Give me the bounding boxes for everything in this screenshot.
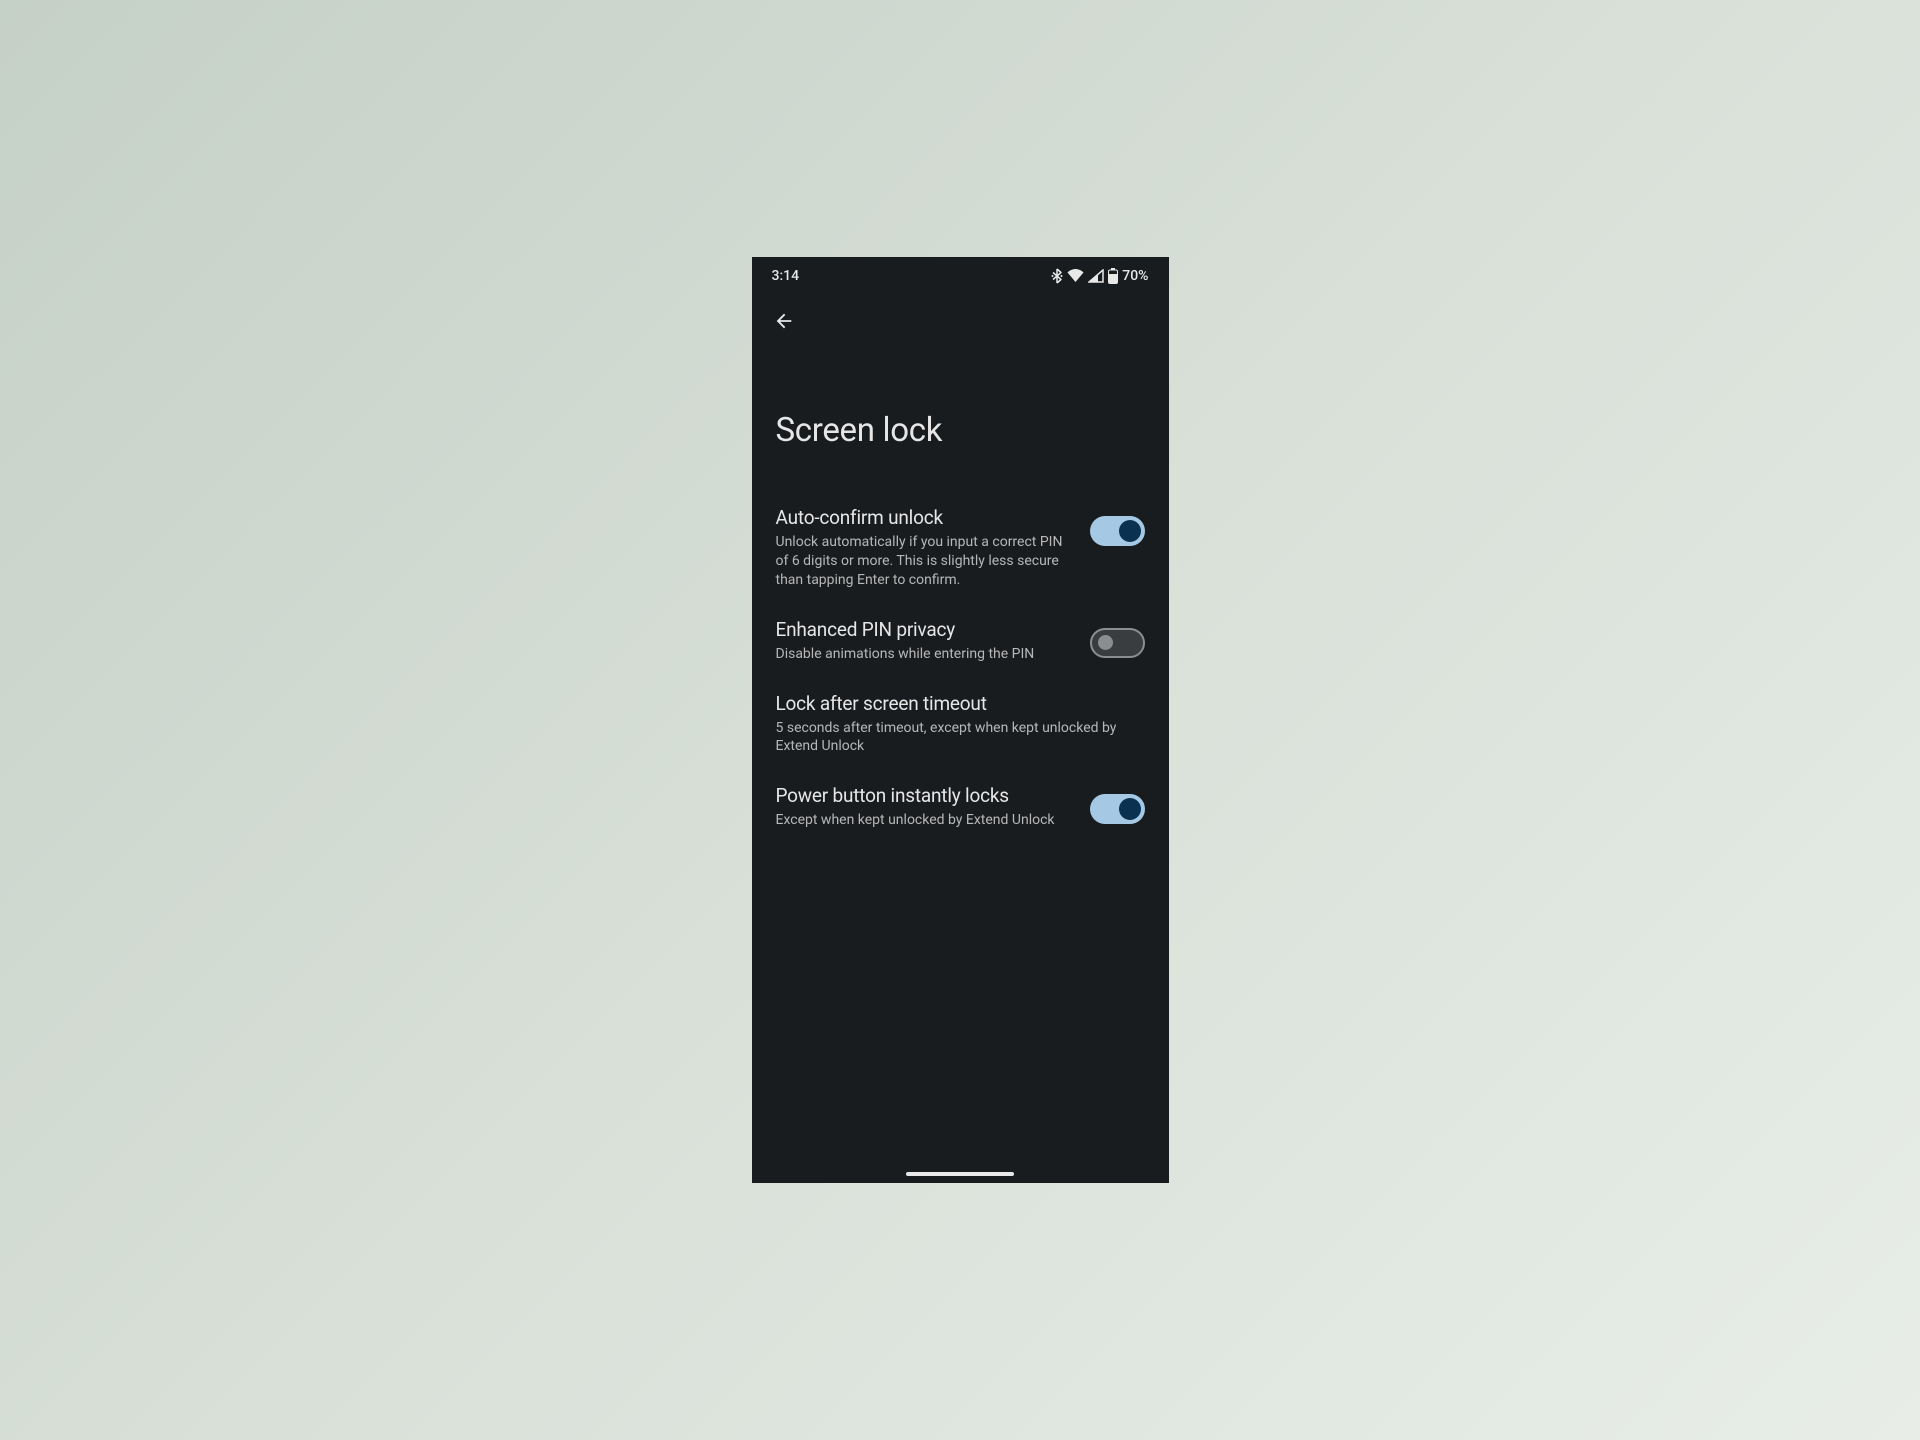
toggle-knob <box>1119 798 1141 820</box>
setting-title: Auto-confirm unlock <box>776 506 1074 529</box>
setting-desc: Except when kept unlocked by Extend Unlo… <box>776 811 1074 830</box>
setting-title: Enhanced PIN privacy <box>776 618 1074 641</box>
setting-desc: Unlock automatically if you input a corr… <box>776 533 1074 590</box>
status-bar: 3:14 <box>752 257 1169 295</box>
signal-icon <box>1088 269 1104 283</box>
setting-desc: 5 seconds after timeout, except when kep… <box>776 719 1129 757</box>
toggle-auto-confirm-unlock[interactable] <box>1090 516 1145 546</box>
toggle-power-button-locks[interactable] <box>1090 794 1145 824</box>
setting-text: Auto-confirm unlock Unlock automatically… <box>776 506 1090 590</box>
battery-icon <box>1108 268 1118 284</box>
setting-enhanced-pin-privacy[interactable]: Enhanced PIN privacy Disable animations … <box>776 604 1145 678</box>
setting-text: Lock after screen timeout 5 seconds afte… <box>776 692 1145 757</box>
setting-text: Enhanced PIN privacy Disable animations … <box>776 618 1090 664</box>
phone-frame: 3:14 <box>752 257 1169 1183</box>
status-time: 3:14 <box>772 268 800 284</box>
app-bar <box>752 295 1169 351</box>
setting-lock-after-timeout[interactable]: Lock after screen timeout 5 seconds afte… <box>776 678 1145 771</box>
toggle-knob <box>1119 520 1141 542</box>
setting-power-button-locks[interactable]: Power button instantly locks Except when… <box>776 770 1145 844</box>
setting-desc: Disable animations while entering the PI… <box>776 645 1074 664</box>
toggle-knob <box>1098 635 1113 650</box>
navigation-handle[interactable] <box>906 1172 1014 1176</box>
bluetooth-icon <box>1051 268 1063 284</box>
toggle-enhanced-pin-privacy[interactable] <box>1090 628 1145 658</box>
content-area: Screen lock Auto-confirm unlock Unlock a… <box>752 351 1169 1183</box>
setting-auto-confirm-unlock[interactable]: Auto-confirm unlock Unlock automatically… <box>776 492 1145 604</box>
setting-title: Power button instantly locks <box>776 784 1074 807</box>
battery-percent: 70% <box>1122 268 1148 284</box>
page-title: Screen lock <box>776 411 1145 450</box>
status-icons: 70% <box>1051 268 1148 284</box>
setting-text: Power button instantly locks Except when… <box>776 784 1090 830</box>
back-button[interactable] <box>772 311 796 335</box>
arrow-left-icon <box>773 310 795 336</box>
wifi-icon <box>1067 269 1084 283</box>
setting-title: Lock after screen timeout <box>776 692 1129 715</box>
